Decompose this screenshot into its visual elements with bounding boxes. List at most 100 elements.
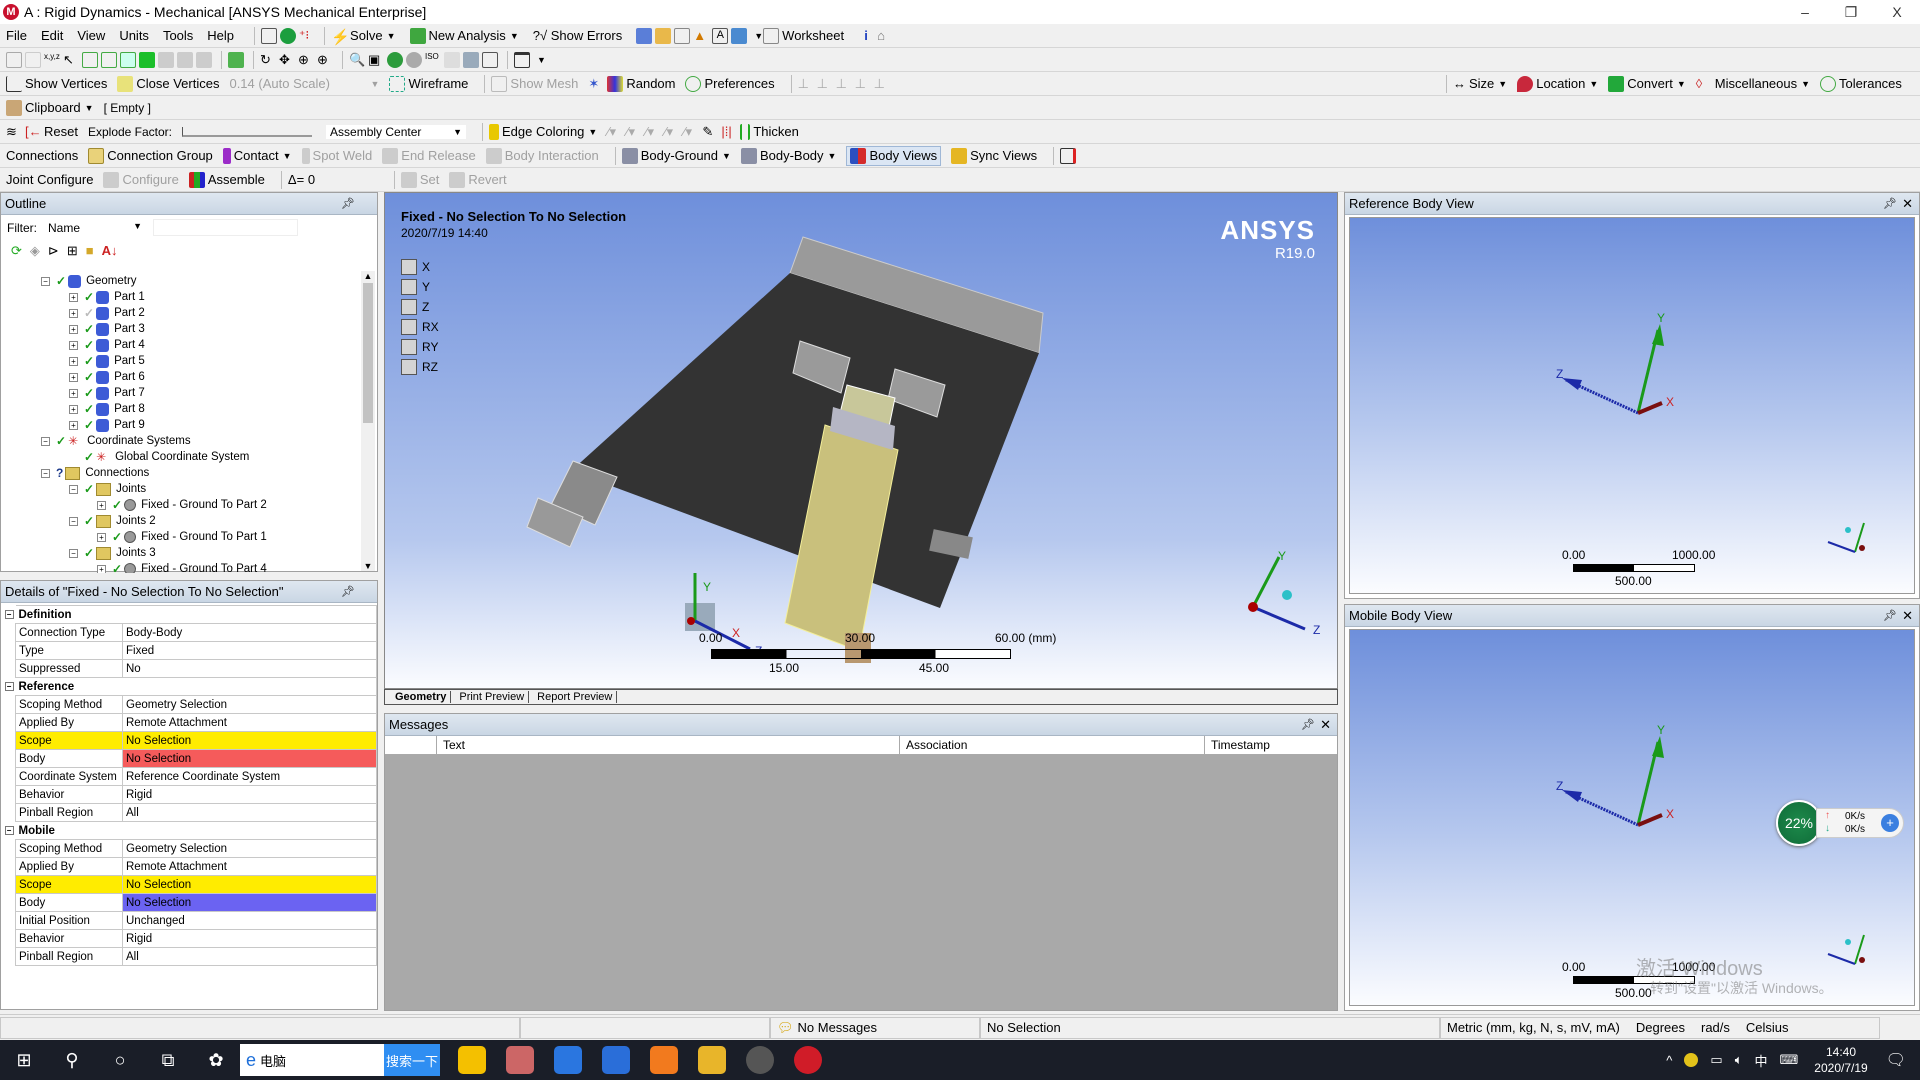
configure-button[interactable]: Configure — [103, 171, 179, 188]
zoom-window-icon[interactable]: ▣ — [368, 52, 384, 68]
clipboard-button[interactable]: Clipboard ▼ — [6, 99, 94, 116]
property-row[interactable]: Initial Position Unchanged — [15, 911, 377, 930]
property-value[interactable]: Remote Attachment — [122, 857, 377, 876]
collapse-icon[interactable]: − — [69, 516, 78, 526]
wireframe-button[interactable]: Wireframe — [389, 75, 468, 92]
tray-app-icon[interactable] — [1684, 1053, 1699, 1067]
menu-file[interactable]: File — [6, 28, 27, 43]
minimize-button[interactable]: – — [1782, 0, 1828, 24]
explode-view-icon[interactable]: ≋ — [6, 124, 22, 140]
pin-icon[interactable]: 📌︎ — [341, 585, 355, 598]
filter-dropdown[interactable]: Name ▼ — [45, 220, 145, 235]
body-views-button[interactable]: Body Views — [846, 145, 942, 166]
property-row[interactable]: Behavior Rigid — [15, 929, 377, 948]
command-prompt-icon[interactable] — [261, 27, 278, 44]
solve-button[interactable]: ⚡ Solve ▼ — [331, 28, 395, 46]
pin-tool-icon[interactable]: ✎ — [702, 124, 718, 140]
edge-line-1-icon[interactable]: ⁄▾ — [626, 124, 642, 140]
tree-node[interactable]: + ✓ Part 7 — [69, 385, 145, 401]
property-value[interactable]: No Selection — [122, 731, 377, 750]
previous-view-icon[interactable] — [387, 51, 403, 68]
property-value[interactable]: Unchanged — [122, 911, 377, 930]
status-messages[interactable]: 💬︎ No Messages — [770, 1016, 980, 1039]
property-row[interactable]: Pinball Region All — [15, 803, 377, 822]
edge-line-4-icon[interactable]: ⁄▾ — [683, 124, 699, 140]
vertex-select-icon[interactable] — [82, 51, 98, 68]
refresh-tree-icon[interactable]: ⟳ — [11, 243, 22, 259]
reference-body-viewport[interactable]: Y Z X 0.00 1000.00 500.00 — [1349, 217, 1915, 594]
convert-button[interactable]: Convert ▼ — [1608, 75, 1686, 92]
tree-node[interactable]: + ✓ Part 6 — [69, 369, 145, 385]
edge-coloring-button[interactable]: Edge Coloring ▼ — [489, 123, 597, 140]
expand-icon[interactable]: + — [69, 292, 78, 302]
worksheet-button[interactable]: Worksheet — [763, 27, 844, 44]
search-button[interactable]: 搜索一下 — [384, 1044, 440, 1076]
taskbar-app-uc-icon[interactable] — [650, 1046, 678, 1074]
tab-report-preview[interactable]: Report Preview — [533, 691, 618, 703]
property-row[interactable]: Scoping Method Geometry Selection — [15, 695, 377, 714]
collapse-icon[interactable]: − — [69, 548, 78, 558]
zoom-icon[interactable]: ⊕ — [298, 52, 314, 68]
tab-geometry[interactable]: Geometry — [391, 691, 452, 703]
property-row[interactable]: Applied By Remote Attachment — [15, 713, 377, 732]
reset-button[interactable]: [← Reset — [25, 124, 78, 140]
thickness-icon[interactable]: |⁞| — [721, 124, 737, 140]
close-icon[interactable]: ✕ — [1902, 196, 1913, 212]
preferences-button[interactable]: Preferences — [685, 75, 775, 92]
section-mobile[interactable]: − Mobile — [4, 821, 377, 840]
annotation-icon[interactable]: A — [712, 27, 729, 44]
volume-icon[interactable]: 🔈︎ — [1735, 1052, 1743, 1068]
section-definition[interactable]: − Definition — [4, 605, 377, 624]
outline-scrollbar[interactable]: ▲ ▼ — [361, 271, 375, 571]
geometry-viewport[interactable]: Fixed - No Selection To No Selection 202… — [384, 192, 1338, 689]
end-release-button[interactable]: End Release — [382, 147, 476, 164]
pin-icon[interactable]: 📌︎ — [1301, 718, 1315, 731]
face-select-icon[interactable] — [120, 51, 136, 68]
property-row[interactable]: Behavior Rigid — [15, 785, 377, 804]
viewports-icon[interactable] — [514, 51, 530, 68]
edge-line-2-icon[interactable]: ⁄▾ — [645, 124, 661, 140]
dim-1-icon[interactable]: ⊥ — [798, 76, 814, 92]
assemble-button[interactable]: Assemble — [188, 171, 265, 188]
property-value[interactable]: Remote Attachment — [122, 713, 377, 732]
collapse-icon[interactable]: − — [41, 468, 50, 478]
tree-node[interactable]: − ✓ Joints 3 — [69, 545, 156, 561]
thicken-button[interactable]: Thicken — [740, 123, 799, 140]
browser-search-box[interactable]: e 电脑 — [240, 1044, 384, 1076]
expand-icon[interactable]: + — [69, 340, 78, 350]
iso-icon[interactable]: ISO — [425, 52, 441, 68]
coordinate-icon[interactable] — [636, 27, 653, 44]
tolerances-button[interactable]: Tolerances — [1820, 75, 1902, 92]
close-icon[interactable]: ✕ — [1320, 717, 1331, 733]
tree-node[interactable]: + ✓ Part 1 — [69, 289, 145, 305]
keyboard-icon[interactable]: ⌨ — [1780, 1052, 1799, 1068]
contact-button[interactable]: Contact ▼ — [222, 147, 292, 164]
extend-3-icon[interactable] — [196, 51, 212, 68]
menu-units[interactable]: Units — [119, 28, 149, 43]
cursor-mode-icon[interactable]: ↖ — [63, 52, 79, 68]
extend-1-icon[interactable] — [158, 51, 174, 68]
notification-icon[interactable]: 🗨︎ — [1886, 1050, 1906, 1070]
property-row[interactable]: Applied By Remote Attachment — [15, 857, 377, 876]
property-value[interactable]: Geometry Selection — [122, 839, 377, 858]
property-value[interactable]: Rigid — [122, 785, 377, 804]
property-value[interactable]: No Selection — [122, 749, 377, 768]
tree-filter-icon[interactable]: ⊳ — [48, 243, 59, 259]
section-reference[interactable]: − Reference — [4, 677, 377, 696]
app-swirl-icon[interactable]: ✿ — [192, 1040, 240, 1080]
pick-icon[interactable] — [25, 51, 41, 68]
tree-node[interactable]: + ✓ Part 2 — [69, 305, 145, 321]
property-value[interactable]: Body-Body — [122, 623, 377, 642]
menu-view[interactable]: View — [77, 28, 105, 43]
dim-4-icon[interactable]: ⊥ — [855, 76, 871, 92]
tag-icon[interactable]: ⌂ — [877, 28, 893, 44]
tree-icon[interactable]: ⁺⁝ — [299, 28, 315, 44]
column-timestamp[interactable]: Timestamp — [1205, 736, 1337, 754]
show-mesh-button[interactable]: Show Mesh — [491, 75, 578, 92]
tree-node[interactable]: + ✓ Fixed - Ground To Part 2 — [97, 497, 267, 513]
collapse-icon[interactable]: − — [41, 436, 50, 446]
pin-icon[interactable]: 📌︎ — [1883, 197, 1897, 210]
connection-group-button[interactable]: Connection Group — [88, 147, 213, 164]
property-row[interactable]: Scoping Method Geometry Selection — [15, 839, 377, 858]
expand-icon[interactable]: + — [97, 564, 106, 573]
